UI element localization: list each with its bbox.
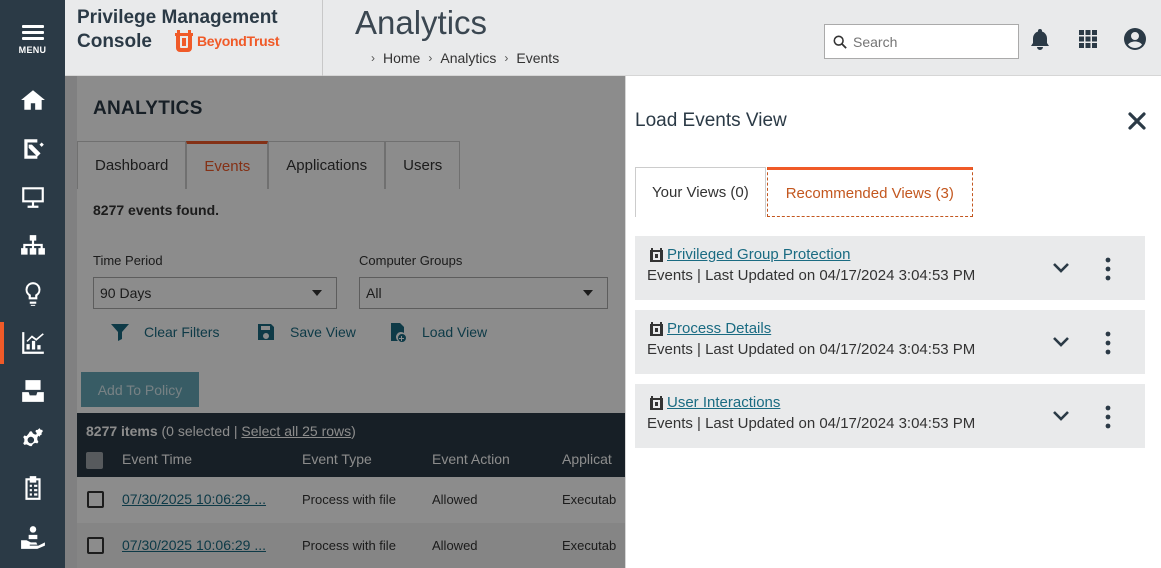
sidebar-item-inbox[interactable] xyxy=(0,367,65,416)
sidebar-item-computers[interactable] xyxy=(0,173,65,222)
chevron-down-icon[interactable] xyxy=(1051,334,1071,350)
sidebar-item-policies[interactable] xyxy=(0,125,65,174)
chevron-down-icon[interactable] xyxy=(1051,260,1071,276)
view-card: Process Details Events | Last Updated on… xyxy=(635,310,1145,374)
close-icon[interactable] xyxy=(1126,110,1148,132)
view-lock-icon xyxy=(650,396,663,410)
brand-title-line2: Console xyxy=(77,30,152,52)
breadcrumb-separator-icon: › xyxy=(428,51,433,65)
view-subtitle: Events | Last Updated on 04/17/2024 3:04… xyxy=(647,415,976,432)
user-circle-icon xyxy=(1124,28,1146,50)
breadcrumb-events: Events xyxy=(516,50,560,66)
view-subtitle: Events | Last Updated on 04/17/2024 3:04… xyxy=(647,267,976,284)
brand-title-line1: Privilege Management xyxy=(77,7,278,28)
panel-tabs: Your Views (0) Recommended Views (3) xyxy=(635,167,973,217)
lightbulb-icon xyxy=(24,282,41,307)
menu-button[interactable]: MENU xyxy=(0,0,65,76)
apps-grid-icon xyxy=(1079,30,1097,48)
sidebar: MENU xyxy=(0,0,65,568)
search-icon xyxy=(833,35,847,49)
policy-edit-icon xyxy=(23,139,44,159)
home-icon xyxy=(20,90,45,110)
search-box[interactable] xyxy=(824,24,1019,59)
gears-icon xyxy=(22,427,43,446)
breadcrumb: › Home › Analytics › Events xyxy=(363,50,559,66)
search-input[interactable] xyxy=(853,33,1013,50)
menu-label: MENU xyxy=(18,44,47,55)
top-header: Privilege Management Console BeyondTrust… xyxy=(65,0,1161,76)
panel-title: Load Events View xyxy=(635,110,787,131)
chevron-down-icon[interactable] xyxy=(1051,408,1071,424)
sidebar-item-analytics[interactable] xyxy=(0,319,65,368)
beyondtrust-logo-icon xyxy=(174,30,193,52)
hand-user-icon xyxy=(20,525,45,549)
view-subtitle: Events | Last Updated on 04/17/2024 3:04… xyxy=(647,341,976,358)
view-name-link[interactable]: Process Details xyxy=(667,320,771,337)
more-options-icon[interactable] xyxy=(1103,256,1113,282)
sidebar-item-groups[interactable] xyxy=(0,222,65,271)
breadcrumb-home[interactable]: Home xyxy=(383,50,420,66)
view-lock-icon xyxy=(650,322,663,336)
more-options-icon[interactable] xyxy=(1103,330,1113,356)
sidebar-item-support[interactable] xyxy=(0,513,65,562)
user-account-button[interactable] xyxy=(1122,26,1148,52)
view-card: Privileged Group Protection Events | Las… xyxy=(635,236,1145,300)
clipboard-icon xyxy=(24,476,41,501)
sidebar-item-ideas[interactable] xyxy=(0,270,65,319)
modal-backdrop[interactable] xyxy=(65,76,625,568)
beyondtrust-logo: BeyondTrust xyxy=(174,29,280,53)
view-card: User Interactions Events | Last Updated … xyxy=(635,384,1145,448)
more-options-icon[interactable] xyxy=(1103,404,1113,430)
sidebar-item-tasks[interactable] xyxy=(0,464,65,513)
sidebar-item-settings[interactable] xyxy=(0,416,65,465)
load-events-view-panel: Load Events View Your Views (0) Recommen… xyxy=(625,76,1161,568)
view-name-link[interactable]: User Interactions xyxy=(667,394,780,411)
brand: Privilege Management Console BeyondTrust xyxy=(77,6,322,53)
breadcrumb-separator-icon: › xyxy=(504,51,509,65)
apps-button[interactable] xyxy=(1075,26,1101,52)
hamburger-icon xyxy=(21,22,44,43)
breadcrumb-analytics[interactable]: Analytics xyxy=(440,50,496,66)
tab-your-views[interactable]: Your Views (0) xyxy=(635,167,766,217)
view-name-link[interactable]: Privileged Group Protection xyxy=(667,246,850,263)
analytics-chart-icon xyxy=(21,331,44,354)
view-lock-icon xyxy=(650,248,663,262)
breadcrumb-separator-icon: › xyxy=(371,51,375,65)
monitor-icon xyxy=(21,187,44,209)
sidebar-item-home[interactable] xyxy=(0,76,65,125)
bell-icon xyxy=(1031,29,1049,50)
page-title: Analytics xyxy=(355,4,488,41)
header-divider xyxy=(322,0,323,76)
tab-recommended-views[interactable]: Recommended Views (3) xyxy=(766,167,973,217)
hierarchy-icon xyxy=(20,234,45,255)
notifications-button[interactable] xyxy=(1027,26,1053,52)
inbox-icon xyxy=(21,380,44,403)
beyondtrust-logo-text: BeyondTrust xyxy=(196,33,280,49)
